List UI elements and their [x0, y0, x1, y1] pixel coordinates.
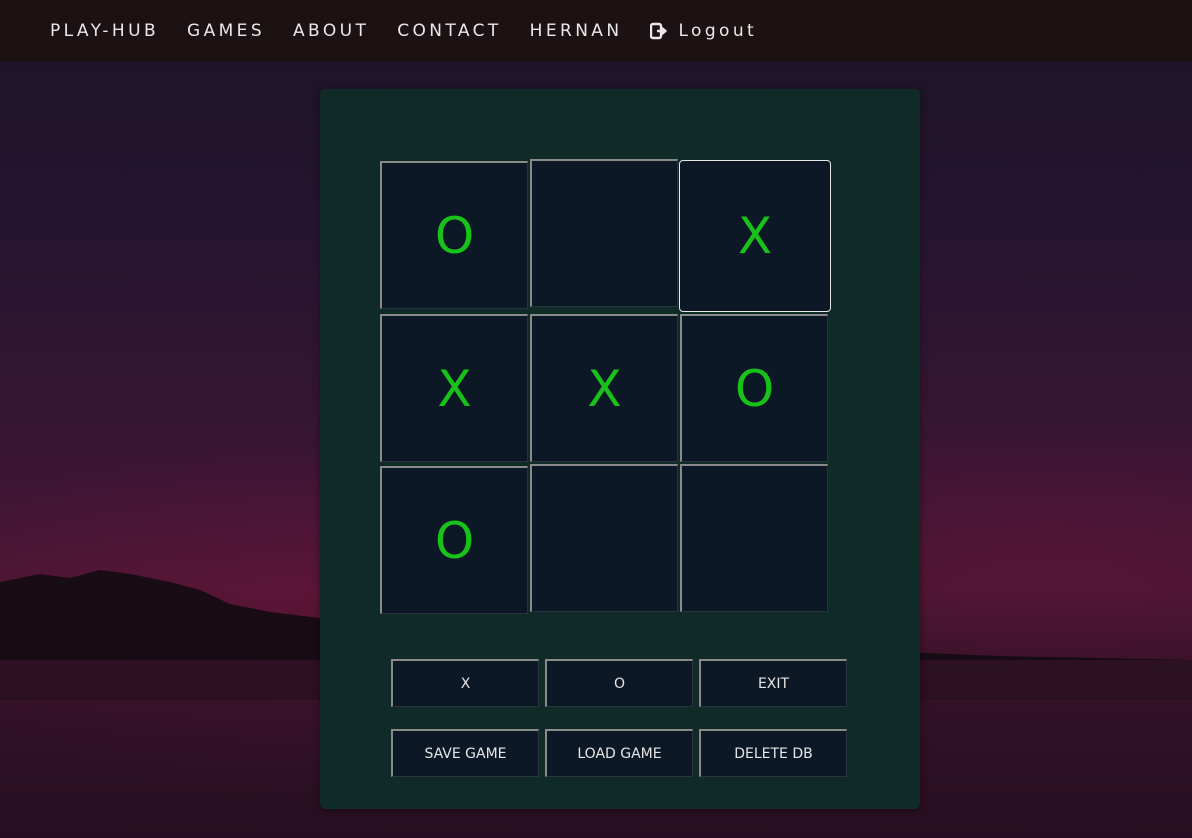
nav-games-link[interactable]: GAMES — [187, 21, 265, 41]
board-cell-1[interactable]: O — [380, 161, 528, 309]
nav-user-link[interactable]: HERNAN — [530, 21, 623, 41]
board-cell-4[interactable]: X — [380, 314, 528, 462]
board-cell-7[interactable]: O — [380, 466, 528, 614]
nav-brand-link[interactable]: PLAY-HUB — [50, 21, 159, 41]
board-cell-6[interactable]: O — [680, 314, 828, 462]
save-game-button[interactable]: SAVE GAME — [391, 729, 539, 777]
board-cell-8[interactable] — [530, 464, 678, 612]
choose-o-button[interactable]: O — [545, 659, 693, 707]
nav-about-link[interactable]: ABOUT — [293, 21, 369, 41]
board-cell-5[interactable]: X — [530, 314, 678, 462]
load-game-button[interactable]: LOAD GAME — [545, 729, 693, 777]
exit-button[interactable]: EXIT — [699, 659, 847, 707]
top-navbar: PLAY-HUB GAMES ABOUT CONTACT HERNAN Logo… — [0, 0, 1192, 62]
board-cell-3[interactable]: X — [679, 160, 831, 312]
delete-db-button[interactable]: DELETE DB — [699, 729, 847, 777]
nav-contact-link[interactable]: CONTACT — [397, 21, 501, 41]
logout-icon — [650, 22, 668, 40]
logout-label: Logout — [678, 21, 758, 41]
board-cell-9[interactable] — [680, 464, 828, 612]
choose-x-button[interactable]: X — [391, 659, 539, 707]
logout-link[interactable]: Logout — [650, 21, 757, 41]
board-cell-2[interactable] — [530, 159, 678, 307]
